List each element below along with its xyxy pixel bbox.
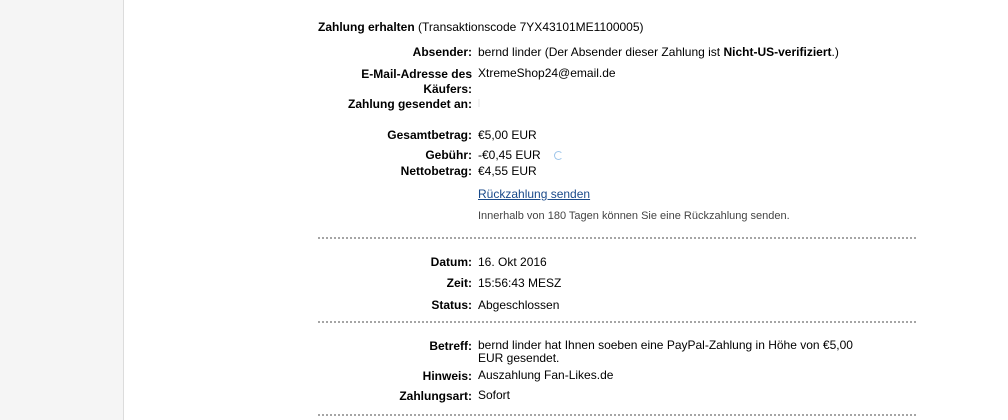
payment-type-value: Sofort	[478, 388, 511, 402]
net-label: Nettobetrag:	[400, 164, 472, 178]
date-value: 16. Okt 2016	[478, 255, 547, 269]
email-label: E-Mail-Adresse des Käufers:	[361, 67, 472, 97]
refund-link[interactable]: Rückzahlung senden	[478, 187, 590, 201]
payment-type-label: Zahlungsart:	[399, 389, 472, 403]
separator	[318, 414, 916, 416]
loading-icon	[554, 151, 563, 160]
sender-value: bernd linder (Der Absender dieser Zahlun…	[478, 45, 839, 59]
gross-value: €5,00 EUR	[478, 128, 537, 142]
sender-label: Absender:	[412, 45, 472, 59]
status-value: Abgeschlossen	[478, 298, 560, 312]
subject-value: bernd linder hat Ihnen soeben eine PayPa…	[478, 339, 853, 365]
email-label-line1: E-Mail-Adresse des	[361, 67, 472, 81]
net-value: €4,55 EUR	[478, 164, 537, 178]
fee-value: -€0,45 EUR	[478, 148, 541, 162]
page-title: Zahlung erhalten (Transaktionscode 7YX43…	[318, 20, 644, 34]
sent-to-label: Zahlung gesendet an:	[347, 97, 472, 111]
date-label: Datum:	[430, 255, 472, 269]
fee-label: Gebühr:	[425, 148, 472, 162]
note-label: Hinweis:	[422, 369, 472, 383]
page-title-text: Zahlung erhalten	[318, 20, 415, 34]
email-value: XtremeShop24@email.de	[478, 66, 616, 80]
separator	[318, 237, 916, 239]
separator	[318, 321, 916, 323]
sender-value-suffix: .)	[831, 45, 839, 59]
note-value: Auszahlung Fan-Likes.de	[478, 368, 614, 382]
sender-value-prefix: bernd linder (Der Absender dieser Zahlun…	[478, 45, 724, 59]
gross-label: Gesamtbetrag:	[387, 128, 472, 142]
transaction-code: (Transaktionscode 7YX43101ME1100005)	[418, 20, 644, 34]
status-label: Status:	[431, 298, 472, 312]
time-value: 15:56:43 MESZ	[478, 276, 562, 290]
subject-label: Betreff:	[429, 339, 472, 353]
sender-verification-status: Nicht-US-verifiziert	[723, 45, 832, 59]
time-label: Zeit:	[446, 276, 472, 290]
subject-line2: EUR gesendet.	[478, 351, 560, 365]
email-label-line2: Käufers:	[423, 82, 472, 96]
refund-note: Innerhalb von 180 Tagen können Sie eine …	[478, 210, 790, 222]
redacted-mark	[478, 99, 480, 107]
